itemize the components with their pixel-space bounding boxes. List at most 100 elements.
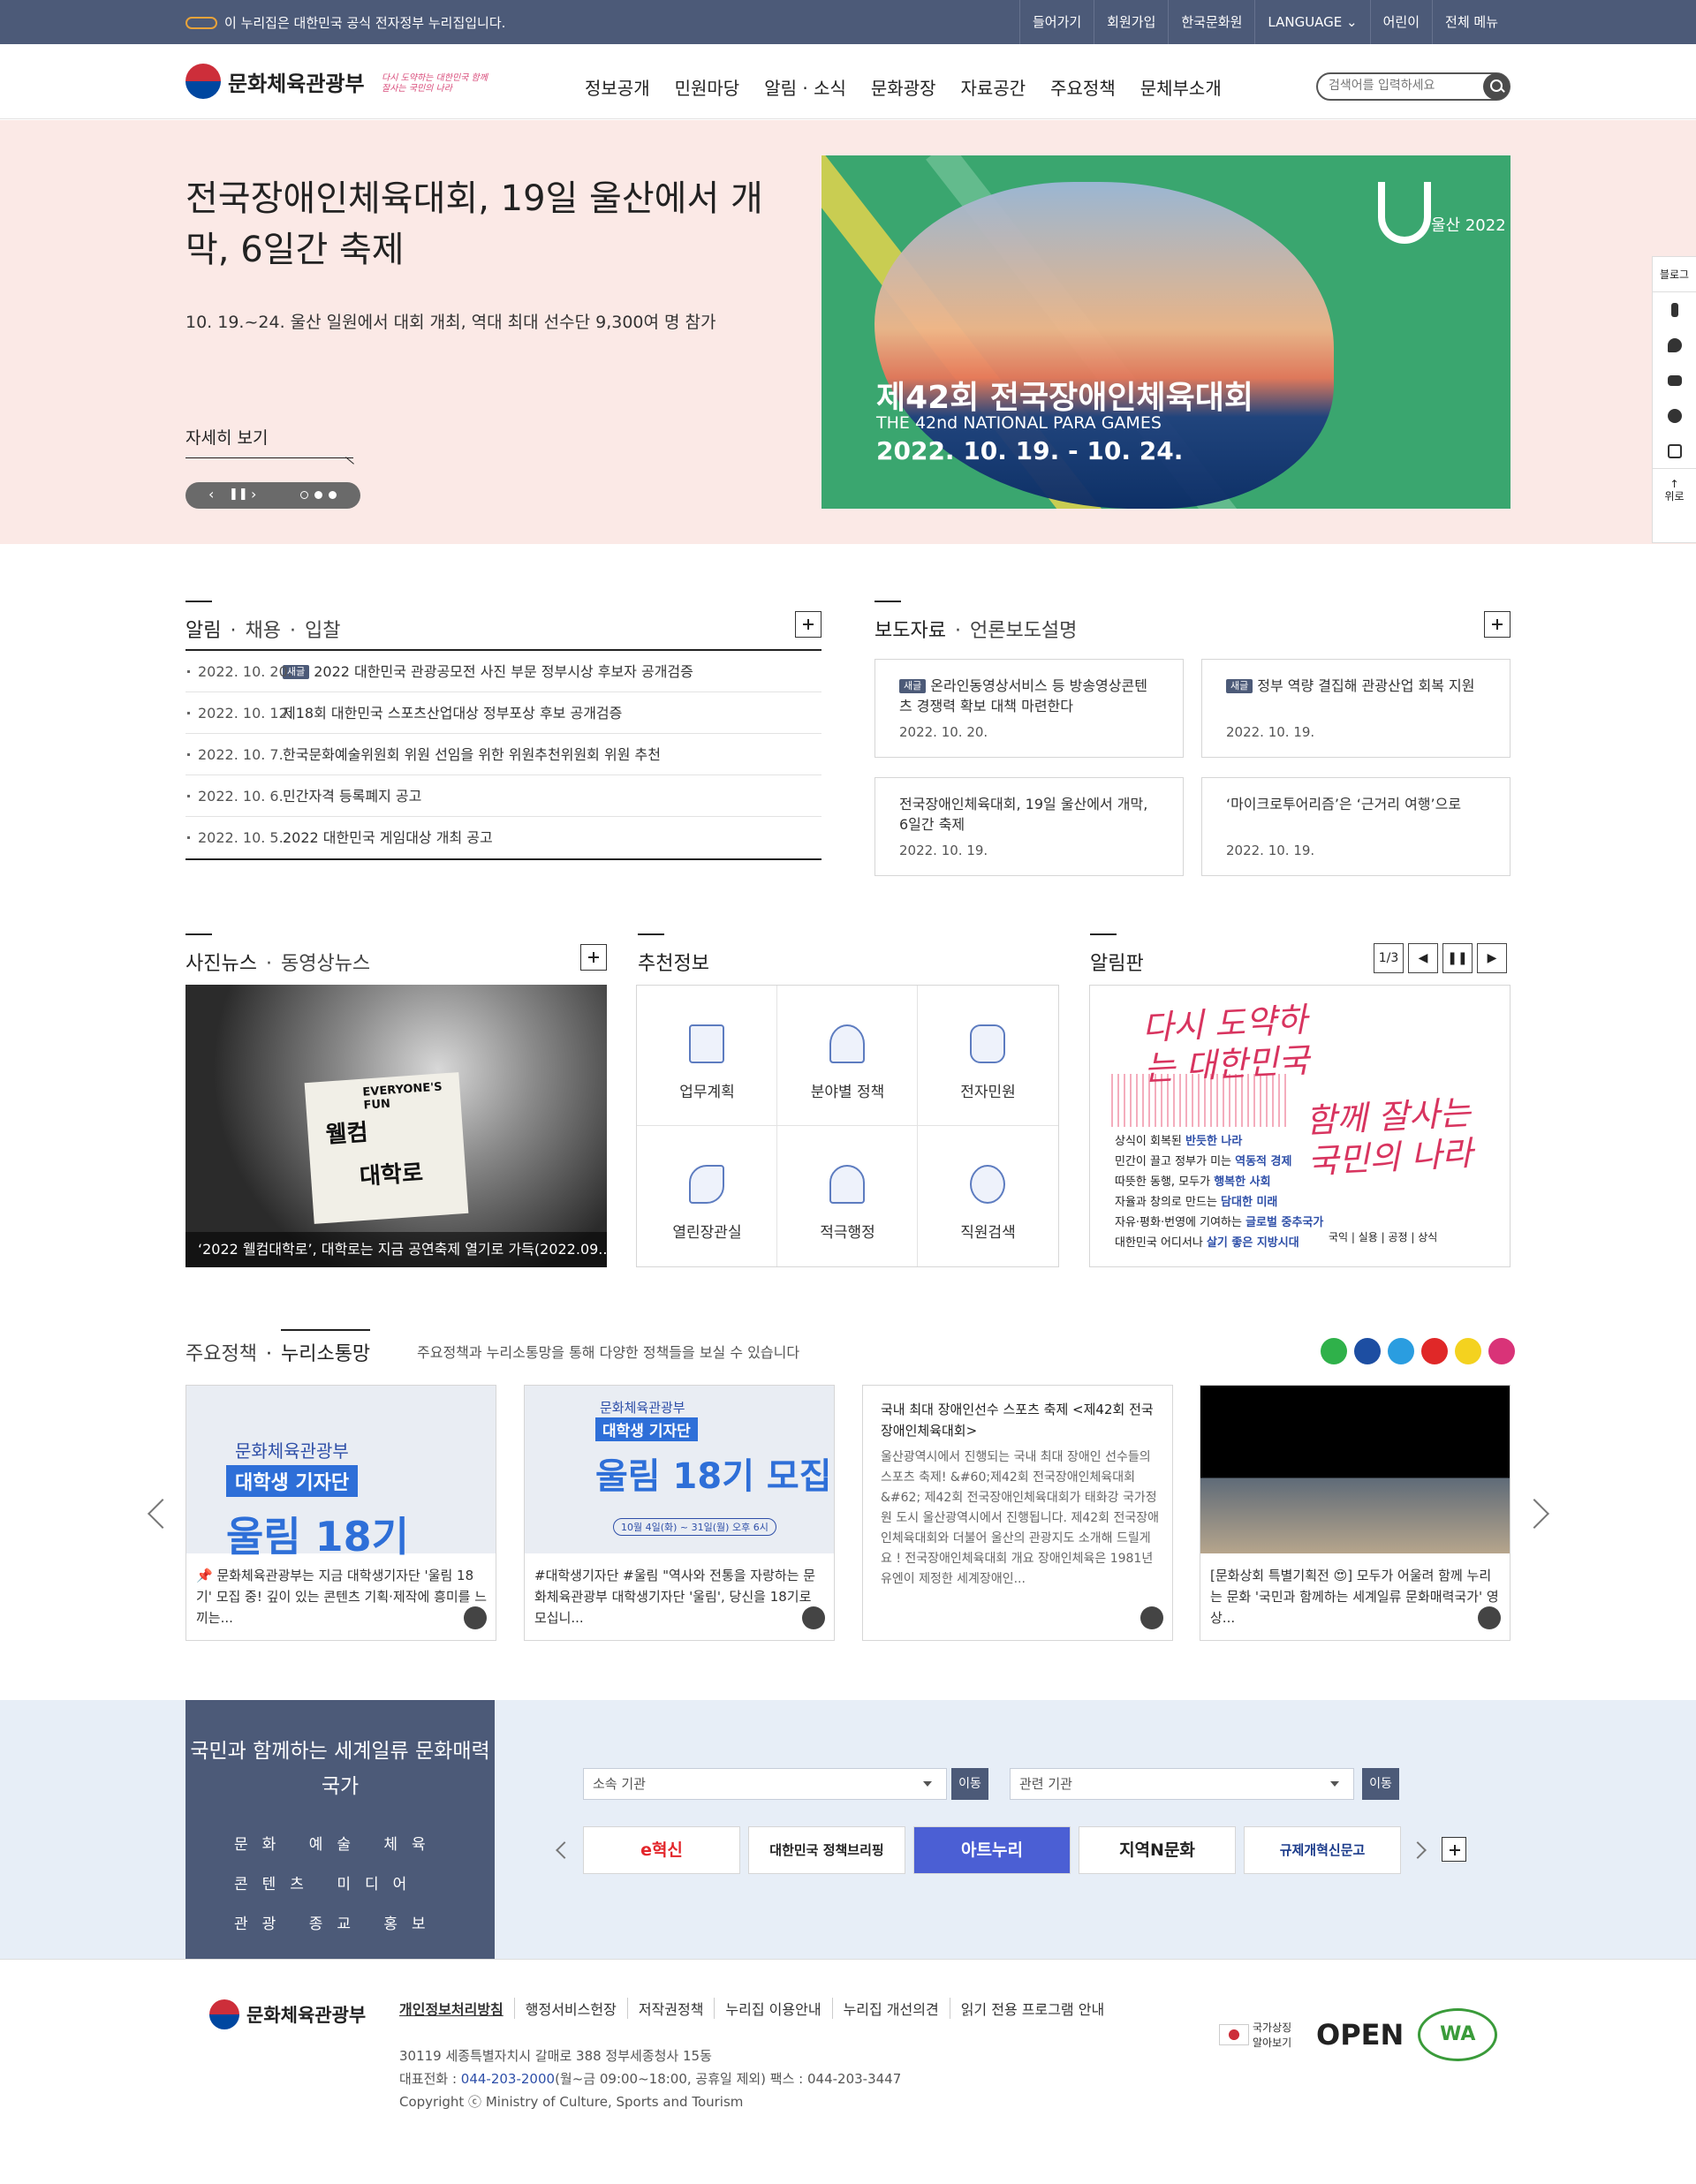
org-link[interactable]: 아트누리 (913, 1826, 1071, 1874)
footer-link-viewer[interactable]: 읽기 전용 프로그램 안내 (949, 1998, 1115, 2019)
nav-culture-plaza[interactable]: 문화광장 (859, 44, 949, 119)
search-icon[interactable] (1483, 73, 1510, 100)
tab-press-release[interactable]: 보도자료 (874, 620, 946, 642)
org-next-arrow[interactable] (1409, 1841, 1427, 1859)
reco-work-plan[interactable]: 업무계획 (637, 986, 777, 1126)
sns-card[interactable]: 문화체육관광부 대학생 기자단 울림 18기 📌 문화체육관광부는 지금 대학생… (186, 1385, 496, 1641)
org-more-button[interactable] (1442, 1837, 1466, 1862)
photo-more-button[interactable] (580, 944, 607, 971)
link-culture-center[interactable]: 한국문화원 (1168, 0, 1254, 44)
nav-archive[interactable]: 자료공간 (949, 44, 1039, 119)
policy-next-arrow[interactable] (1519, 1499, 1549, 1529)
board-headline: 다시 도약하는 대한민국 (1140, 1000, 1311, 1089)
affiliated-org-select[interactable]: 소속 기관 (583, 1768, 947, 1800)
site-logo[interactable]: 문화체육관광부 (186, 64, 365, 99)
list-item[interactable]: 2022. 10. 5.2022 대한민국 게임대상 개최 공고 (186, 817, 822, 858)
board-pause-button[interactable]: ❚❚ (1442, 943, 1473, 973)
board-banner[interactable]: 다시 도약하는 대한민국 함께 잘사는 국민의 나라 상식이 회복된 반듯한 나… (1089, 985, 1510, 1267)
press-card[interactable]: 새글 정부 역량 결집해 관광산업 회복 지원 2022. 10. 19. (1201, 659, 1510, 758)
footer-link-privacy[interactable]: 개인정보처리방침 (399, 1998, 514, 2019)
pause-icon[interactable]: ❚❚ (229, 487, 248, 501)
org-link[interactable]: 대한민국 정책브리핑 (748, 1826, 905, 1874)
nav-news[interactable]: 알림 · 소식 (752, 44, 859, 119)
tab-photo-news[interactable]: 사진뉴스 (186, 953, 257, 975)
link-kids[interactable]: 어린이 (1369, 0, 1432, 44)
slide-dot[interactable] (329, 491, 337, 499)
quick-sns-bar: 블로그 ↑ 위로 (1652, 256, 1696, 543)
footer-link-guide[interactable]: 누리집 이용안내 (714, 1998, 831, 2019)
blog-icon[interactable] (1321, 1338, 1347, 1364)
press-card[interactable]: ‘마이크로투어리즘’은 ‘근거리 여행’으로 2022. 10. 19. (1201, 777, 1510, 876)
sns-card[interactable]: 문화체육관광부 대학생 기자단 울림 18기 모집 10월 4일(화) ~ 31… (524, 1385, 835, 1641)
link-all-menu[interactable]: 전체 메뉴 (1432, 0, 1510, 44)
tab-recruit[interactable]: 채용 (245, 620, 280, 642)
related-org-select[interactable]: 관련 기관 (1010, 1768, 1354, 1800)
slide-dot[interactable] (314, 491, 322, 499)
youtube-icon[interactable] (1421, 1338, 1448, 1364)
tab-press-explain[interactable]: 언론보도설명 (970, 620, 1077, 642)
press-card[interactable]: 전국장애인체육대회, 19일 울산에서 개막, 6일간 축제 2022. 10. … (874, 777, 1184, 876)
sns-card[interactable]: 국내 최대 장애인선수 스포츠 축제 <제42회 전국장애인체육대회> 울산광역… (862, 1385, 1173, 1641)
press-title: 온라인동영상서비스 등 방송영상콘텐츠 경쟁력 확보 대책 마련한다 (899, 677, 1147, 714)
org-link[interactable]: 지역N문화 (1079, 1826, 1236, 1874)
instagram-icon[interactable] (1488, 1338, 1515, 1364)
reco-minister-office[interactable]: 열린장관실 (637, 1126, 777, 1266)
tab-bidding[interactable]: 입찰 (305, 620, 340, 642)
list-item[interactable]: 2022. 10. 12.제18회 대한민국 스포츠산업대상 정부포상 후보 공… (186, 692, 822, 734)
list-item[interactable]: 2022. 10. 6.민간자격 등록폐지 공고 (186, 775, 822, 817)
kakao-icon[interactable] (1455, 1338, 1481, 1364)
facebook-icon[interactable] (1354, 1338, 1381, 1364)
nav-about[interactable]: 문체부소개 (1128, 44, 1234, 119)
link-login[interactable]: 들어가기 (1018, 0, 1094, 44)
instagram-icon[interactable] (1653, 434, 1696, 469)
board-next-button[interactable]: ▶ (1477, 943, 1507, 973)
twitter-icon[interactable] (1653, 328, 1696, 363)
org-prev-arrow[interactable] (556, 1841, 573, 1859)
prev-icon[interactable]: ‹ (208, 486, 214, 503)
footer-link-feedback[interactable]: 누리집 개선의견 (831, 1998, 950, 2019)
photo-news-image[interactable]: EVERYONE'S FUN 웰컴 대학로 ‘2022 웰컴대학로’, 대학로는… (186, 985, 607, 1267)
sns-card[interactable]: [문화상회 특별기획전 😍] 모두가 어울려 함께 누리는 문화 '국민과 함께… (1200, 1385, 1510, 1641)
nav-civil-service[interactable]: 민원마당 (662, 44, 753, 119)
org-link[interactable]: 규제개혁신문고 (1244, 1826, 1401, 1874)
slogan: 다시 도약하는 대한민국 함께 잘사는 국민의 나라 (382, 73, 488, 94)
language-dropdown[interactable]: LANGUAGE ⌄ (1254, 0, 1369, 44)
reco-staff-search[interactable]: 직원검색 (918, 1126, 1058, 1266)
search-input[interactable] (1329, 74, 1479, 97)
tab-notice[interactable]: 알림 (186, 620, 221, 642)
org-link[interactable]: e혁신 (583, 1826, 740, 1874)
twitter-icon[interactable] (1388, 1338, 1414, 1364)
related-go-button[interactable]: 이동 (1362, 1768, 1399, 1800)
footer-link-copyright[interactable]: 저작권정책 (626, 1998, 715, 2019)
board-prev-button[interactable]: ◀ (1408, 943, 1438, 973)
next-icon[interactable]: › (251, 486, 256, 503)
nav-policy[interactable]: 주요정책 (1038, 44, 1128, 119)
notice-more-button[interactable] (795, 611, 822, 638)
scroll-top-button[interactable]: ↑ 위로 (1653, 469, 1696, 504)
nav-info-disclosure[interactable]: 정보공개 (572, 44, 662, 119)
footer-link-charter[interactable]: 행정서비스헌장 (513, 1998, 627, 2019)
list-item[interactable]: 2022. 10. 20.새글 2022 대한민국 관광공모전 사진 부문 정부시… (186, 651, 822, 692)
reco-field-policy[interactable]: 분야별 정책 (777, 986, 918, 1126)
tab-video-news[interactable]: 동영상뉴스 (281, 953, 370, 975)
press-more-button[interactable] (1484, 611, 1510, 638)
slide-dot[interactable] (300, 491, 308, 499)
link-join[interactable]: 회원가입 (1094, 0, 1168, 44)
hero-more-link[interactable]: 자세히 보기 (186, 425, 353, 458)
tab-policy[interactable]: 주요정책 (186, 1343, 257, 1365)
hero-banner-image[interactable]: 울산 2022 제42회 전국장애인체육대회 THE 42nd NATIONAL… (822, 155, 1510, 509)
list-item[interactable]: 2022. 10. 7.한국문화예술위원회 위원 선임을 위한 위원추천위원회 … (186, 734, 822, 775)
reco-active-admin[interactable]: 적극행정 (777, 1126, 918, 1266)
national-symbol-link[interactable]: 국가상징 알아보기 (1219, 2020, 1302, 2050)
affiliated-go-button[interactable]: 이동 (951, 1768, 988, 1800)
kakao-icon[interactable] (1653, 398, 1696, 434)
press-card[interactable]: 새글 온라인동영상서비스 등 방송영상콘텐츠 경쟁력 확보 대책 마련한다 2022… (874, 659, 1184, 758)
facebook-icon[interactable] (1653, 292, 1696, 328)
board-text: 웰컴 (324, 1119, 369, 1149)
quick-blog[interactable]: 블로그 (1653, 257, 1696, 292)
youtube-icon[interactable] (1653, 363, 1696, 398)
policy-prev-arrow[interactable] (148, 1499, 178, 1529)
card-image-text: 울림 18기 (226, 1513, 409, 1561)
reco-e-petition[interactable]: 전자민원 (918, 986, 1058, 1126)
tab-sns[interactable]: 누리소통망 (280, 1329, 371, 1365)
